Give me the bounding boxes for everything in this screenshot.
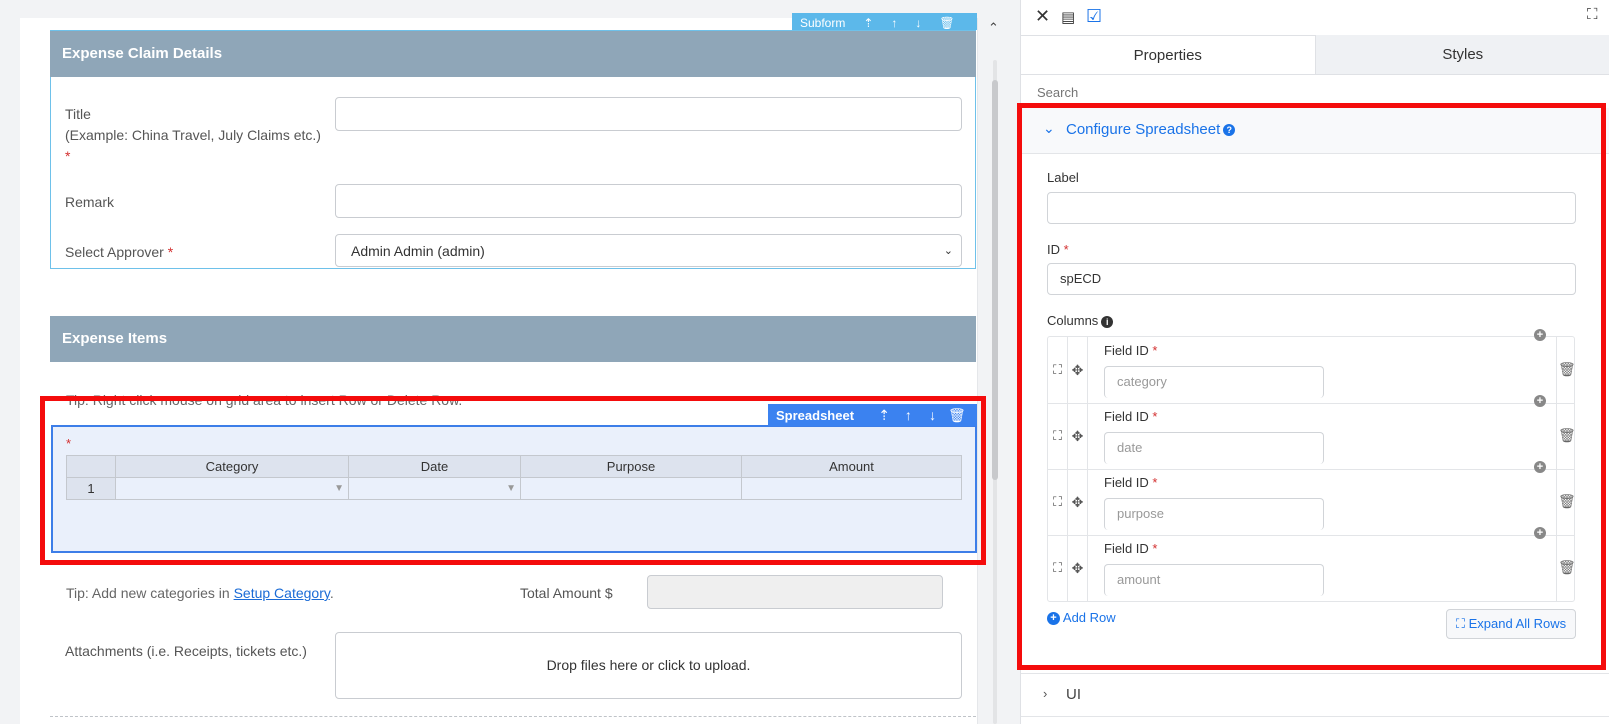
ui-section-header[interactable]: › UI xyxy=(1021,673,1609,717)
scroll-up-icon[interactable]: ⌃ xyxy=(988,20,999,36)
panel-tabs: Properties Styles xyxy=(1021,35,1609,75)
subform-delete-icon[interactable]: 🗑 xyxy=(939,16,954,30)
panel-toolbar: ✕ ▤ ☑ ⛶ xyxy=(1021,0,1609,35)
subform-toolbar-label: Subform xyxy=(800,16,846,30)
section-divider xyxy=(50,716,976,717)
title-field-label: Title (Example: China Travel, July Claim… xyxy=(65,104,321,167)
file-dropzone[interactable]: Drop files here or click to upload. xyxy=(335,632,962,699)
remark-field-label: Remark xyxy=(65,194,115,210)
tab-styles[interactable]: Styles xyxy=(1315,35,1609,74)
category-tip-suffix: . xyxy=(329,585,334,601)
section-header-expense-claim-details: Expense Claim Details xyxy=(50,31,976,77)
close-icon[interactable]: ✕ xyxy=(1035,6,1050,27)
tab-properties[interactable]: Properties xyxy=(1021,35,1316,74)
title-label-line1: Title xyxy=(65,106,91,122)
canvas-scrollbar[interactable]: ⌃ xyxy=(982,20,1008,724)
setup-category-link[interactable]: Setup Category xyxy=(234,585,330,601)
title-label-line2: (Example: China Travel, July Claims etc.… xyxy=(65,127,321,143)
approver-selected-value: Admin Admin (admin) xyxy=(351,243,485,259)
checkbox-icon[interactable]: ☑ xyxy=(1086,6,1102,27)
search-input[interactable] xyxy=(1035,82,1595,102)
approver-label-text: Select Approver xyxy=(65,244,164,260)
subform-move-up-icon[interactable]: ↑ xyxy=(891,16,897,30)
highlight-spreadsheet xyxy=(40,396,986,565)
subform-move-down-icon[interactable]: ↓ xyxy=(915,16,921,30)
title-input[interactable] xyxy=(335,97,962,131)
approver-field-label: Select Approver * xyxy=(65,242,173,263)
approver-required-marker: * xyxy=(167,244,174,260)
scrollbar-thumb[interactable] xyxy=(992,80,998,480)
form-canvas: Subform ⇡ ↑ ↓ 🗑 Expense Claim Details Ti… xyxy=(0,0,1010,724)
remark-input[interactable] xyxy=(335,184,962,218)
total-amount-input xyxy=(647,575,943,609)
section-header-expense-items: Expense Items xyxy=(50,316,976,362)
form-icon[interactable]: ▤ xyxy=(1061,8,1075,26)
highlight-configure-spreadsheet xyxy=(1017,103,1606,670)
ui-section-title: UI xyxy=(1066,686,1081,703)
fullscreen-icon[interactable]: ⛶ xyxy=(1587,6,1598,23)
total-amount-label: Total Amount $ xyxy=(520,585,613,601)
approver-select[interactable]: Admin Admin (admin) ⌄ xyxy=(335,234,962,267)
subform-toolbar[interactable]: Subform ⇡ ↑ ↓ 🗑 xyxy=(792,13,977,30)
chevron-down-icon: ⌄ xyxy=(943,245,953,257)
chevron-right-icon: › xyxy=(1043,686,1048,701)
title-required-marker: * xyxy=(65,148,71,164)
attachments-label: Attachments (i.e. Receipts, tickets etc.… xyxy=(65,643,307,659)
subform-move-top-icon[interactable]: ⇡ xyxy=(863,16,873,30)
category-tip: Tip: Add new categories in Setup Categor… xyxy=(66,585,334,601)
category-tip-prefix: Tip: Add new categories in xyxy=(66,585,234,601)
